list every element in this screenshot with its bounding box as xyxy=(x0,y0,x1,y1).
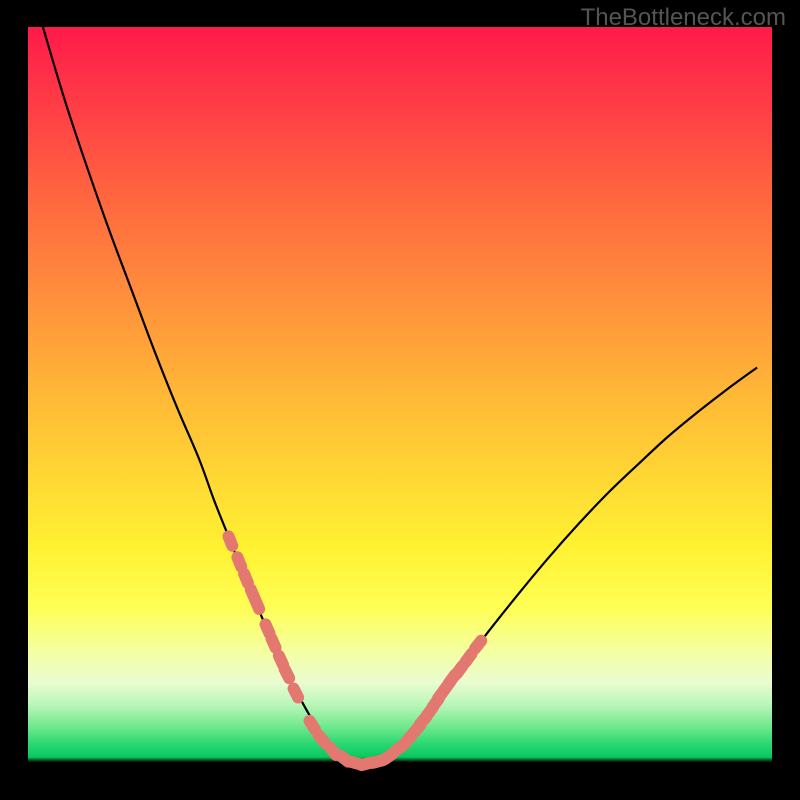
chart-svg xyxy=(28,27,772,772)
marker-group xyxy=(221,529,490,773)
bottleneck-curve xyxy=(43,27,757,764)
curve-marker xyxy=(221,529,240,554)
